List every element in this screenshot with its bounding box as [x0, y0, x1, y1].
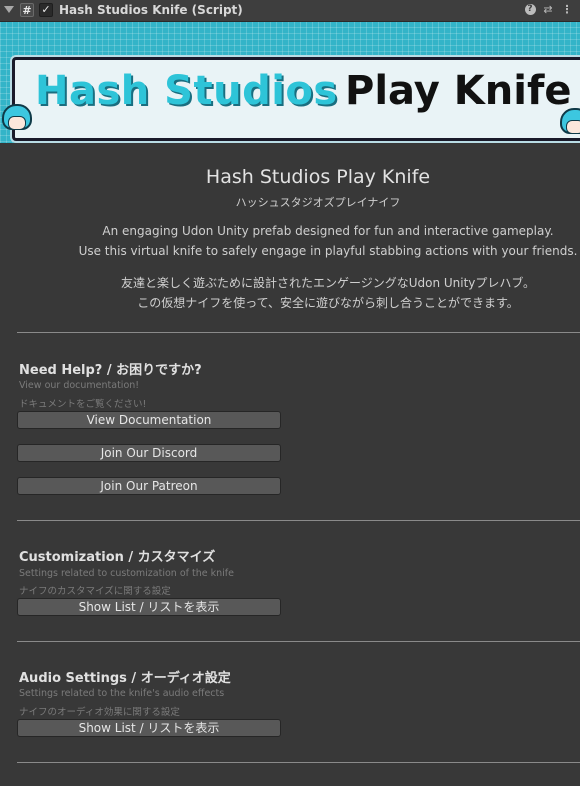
- description-en-2: Use this virtual knife to safely engage …: [78, 244, 578, 258]
- customization-section-title: Customization / カスタマイズ: [19, 550, 216, 565]
- component-header[interactable]: # ✓ Hash Studios Knife (Script) ? ⇄ ⋮: [0, 0, 580, 22]
- banner-product-text: Play Knife: [345, 68, 572, 114]
- banner-brand-text: Hash Studios: [35, 68, 338, 114]
- customization-subtitle-jp: ナイフのカスタマイズに関する設定: [19, 586, 171, 597]
- foldout-arrow-icon[interactable]: [4, 6, 14, 13]
- audio-show-list-button[interactable]: Show List / リストを表示: [17, 719, 281, 737]
- customization-show-list-button[interactable]: Show List / リストを表示: [17, 598, 281, 616]
- join-discord-button[interactable]: Join Our Discord: [17, 444, 281, 462]
- section-divider: [17, 762, 580, 763]
- inspector-panel: # ✓ Hash Studios Knife (Script) ? ⇄ ⋮ Ha…: [0, 0, 580, 786]
- section-divider: [17, 520, 580, 521]
- join-patreon-button[interactable]: Join Our Patreon: [17, 477, 281, 495]
- description-en-1: An engaging Udon Unity prefab designed f…: [102, 224, 554, 238]
- description-jp-2: この仮想ナイフを使って、安全に遊びながら刺し合うことができます。: [137, 296, 519, 310]
- mascot-right-icon: [560, 108, 580, 142]
- audio-subtitle-jp: ナイフのオーディオ効果に関する設定: [19, 707, 180, 718]
- section-divider: [17, 332, 580, 333]
- help-icon-glyph: ?: [524, 4, 536, 15]
- help-section-title: Need Help? / お困りですか?: [19, 363, 202, 378]
- kebab-menu-icon[interactable]: ⋮: [560, 3, 574, 17]
- help-section-subtitle-en: View our documentation!: [19, 380, 140, 391]
- help-icon[interactable]: ?: [523, 3, 537, 17]
- page-title: Hash Studios Play Knife: [205, 166, 431, 188]
- help-section-subtitle-jp: ドキュメントをご覧ください!: [19, 399, 147, 410]
- customization-subtitle-en: Settings related to customization of the…: [19, 568, 234, 579]
- page-title-jp: ハッシュスタジオズプレイナイフ: [235, 196, 401, 209]
- audio-section-title: Audio Settings / オーディオ設定: [19, 671, 231, 686]
- component-title: Hash Studios Knife (Script): [59, 3, 243, 17]
- description-jp-1: 友達と楽しく遊ぶために設計されたエンゲージングなUdon Unityプレハブ。: [120, 276, 536, 290]
- view-documentation-button[interactable]: View Documentation: [17, 411, 281, 429]
- script-icon: #: [20, 3, 34, 17]
- mascot-left-face: [8, 116, 26, 130]
- audio-subtitle-en: Settings related to the knife's audio ef…: [19, 688, 225, 699]
- mascot-right-face: [566, 120, 580, 134]
- banner-image: Hash Studios Play Knife: [0, 22, 580, 143]
- mascot-left-icon: [2, 104, 32, 138]
- banner-plate: Hash Studios Play Knife: [12, 57, 580, 141]
- presets-icon[interactable]: ⇄: [541, 3, 555, 17]
- section-divider: [17, 641, 580, 642]
- enabled-checkbox[interactable]: ✓: [39, 3, 53, 17]
